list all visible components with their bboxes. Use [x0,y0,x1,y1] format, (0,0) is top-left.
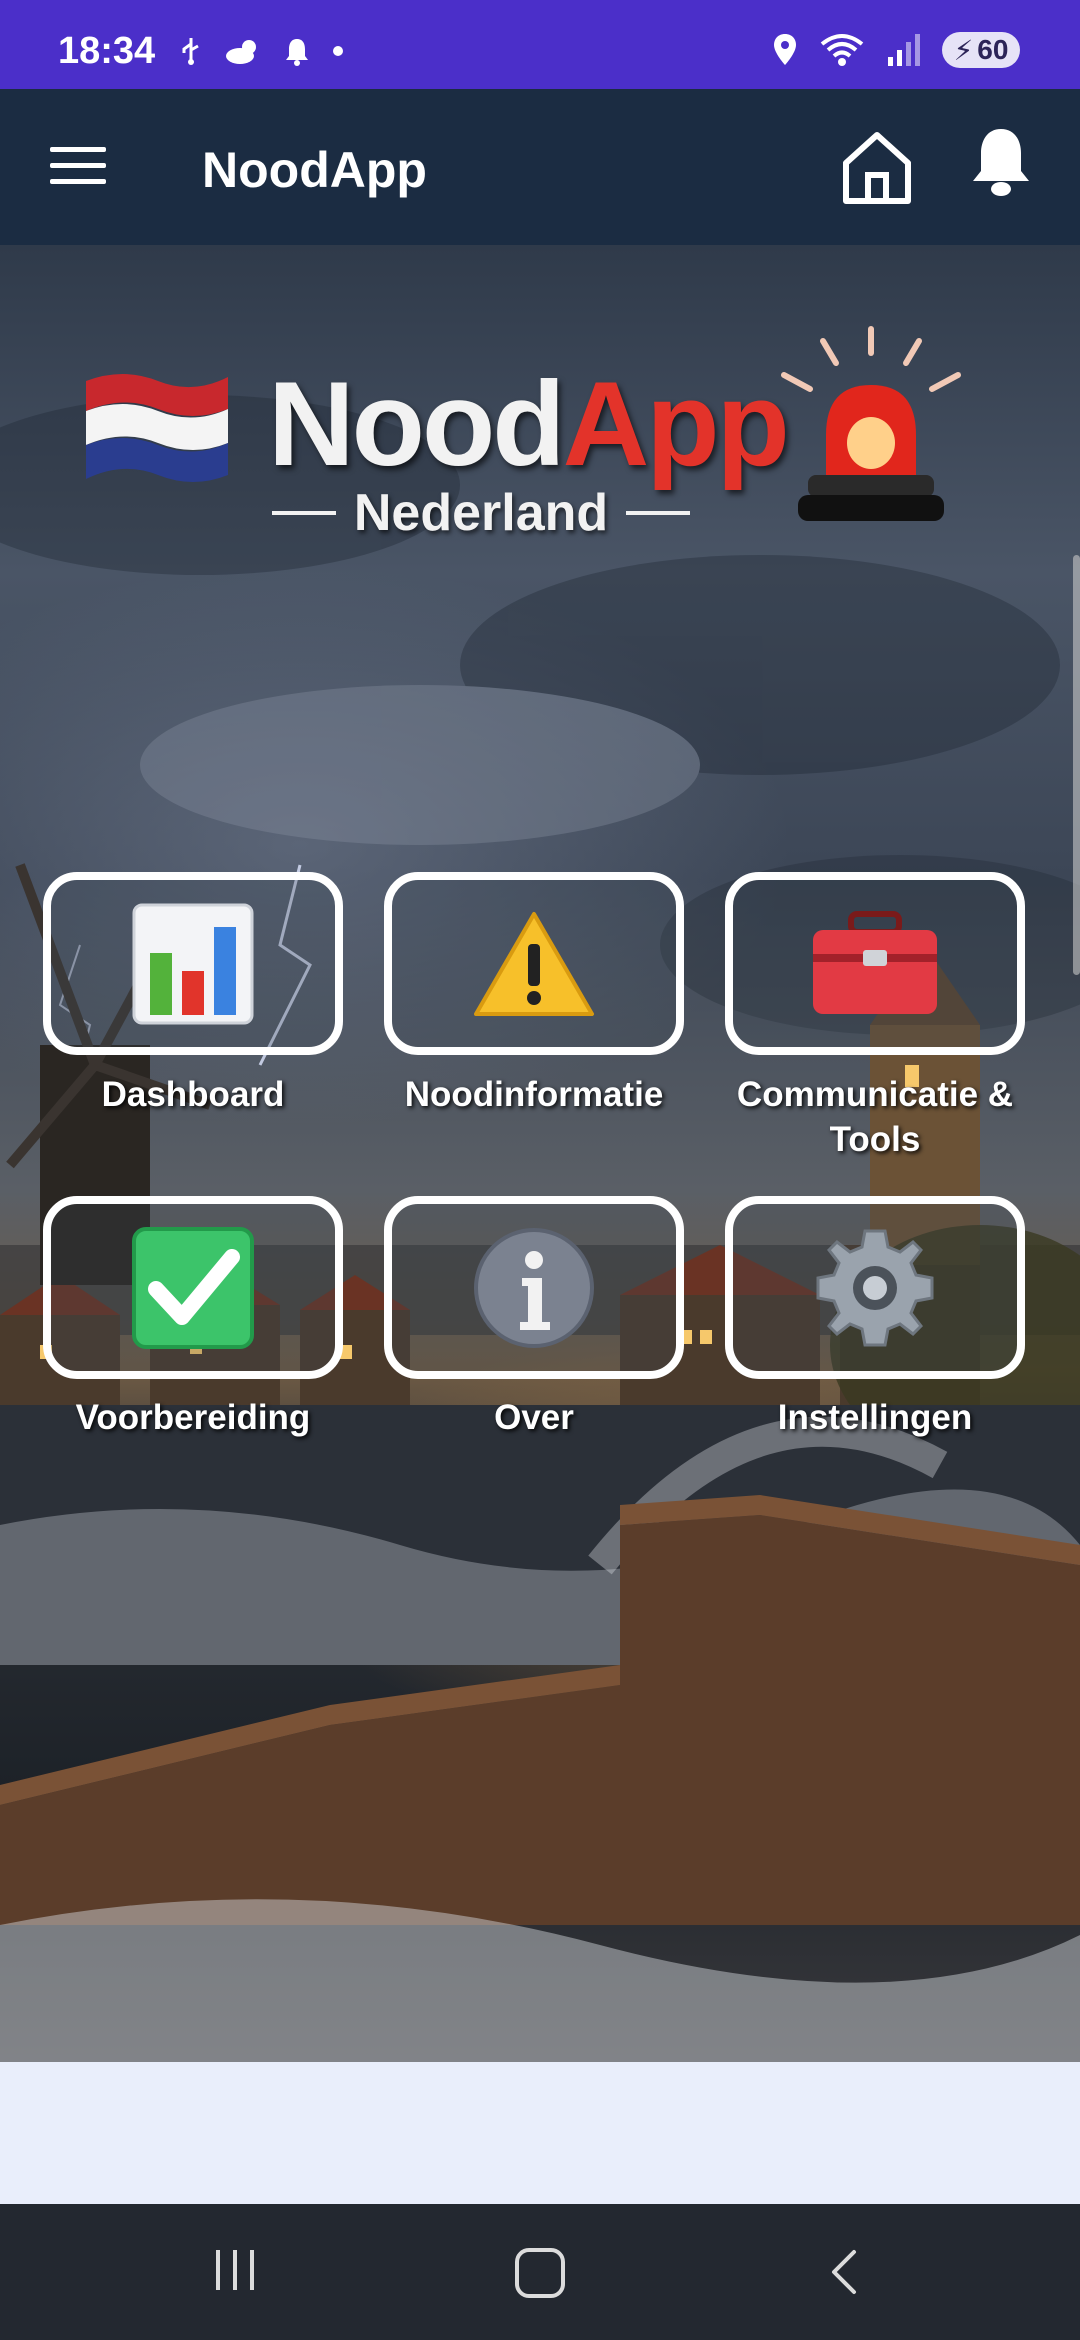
communicatie-tools-tile[interactable] [725,872,1025,1055]
siren-icon [781,326,961,521]
home-nav-icon[interactable] [515,2248,565,2298]
menu-icon[interactable] [50,147,106,187]
toolbox-icon [813,910,937,1014]
dot-icon [333,46,343,56]
dutch-flag-icon [86,374,228,482]
warning-icon [474,911,594,1016]
back-icon[interactable] [824,2248,864,2296]
voorbereiding-tile[interactable] [43,1196,343,1379]
logo-wordmark: NoodApp [268,355,790,493]
app-bar: NoodApp [0,89,1080,245]
signal-icon [888,34,920,66]
bell-icon[interactable] [970,125,1032,201]
recent-apps-icon[interactable] [216,2250,254,2290]
dashboard-label[interactable]: Dashboard [23,1072,363,1117]
communicatie-tools-label[interactable]: Communicatie & Tools [705,1072,1045,1162]
location-icon [774,34,796,65]
status-bar: 18:34 ⚡ 60 [0,0,1080,89]
noodinformatie-label[interactable]: Noodinformatie [364,1072,704,1117]
info-icon [474,1227,594,1348]
wifi-icon [820,34,864,66]
weather-icon [226,40,256,64]
over-tile[interactable] [384,1196,684,1379]
instellingen-tile[interactable] [725,1196,1025,1379]
system-nav-bar [0,2204,1080,2340]
hero-background: NoodApp Nederland Dashboard Noodinformat… [0,245,1080,2062]
battery-icon: ⚡ [953,34,974,66]
battery-level: 60 [977,34,1009,65]
gear-icon [816,1229,934,1346]
checkmark-icon [132,1226,254,1349]
content-bottom-area [0,2062,1080,2204]
over-label[interactable]: Over [364,1395,704,1440]
status-icons-left [180,36,344,66]
usb-icon [182,38,199,65]
voorbereiding-label[interactable]: Voorbereiding [23,1395,363,1440]
home-icon[interactable] [840,129,914,207]
noodinformatie-tile[interactable] [384,872,684,1055]
app-title: NoodApp [202,142,427,198]
bar-chart-icon [132,903,254,1024]
notification-icon [286,39,308,66]
logo-subtitle: Nederland [272,483,691,543]
scrollbar[interactable] [1073,555,1080,975]
instellingen-label[interactable]: Instellingen [705,1395,1045,1440]
status-time: 18:34 [58,30,156,72]
status-icons-right: ⚡ 60 [772,32,1020,68]
dashboard-tile[interactable] [43,872,343,1055]
battery-indicator: ⚡ 60 [942,32,1020,68]
logo-subtitle-text: Nederland [353,484,609,542]
logo-text-app: App [562,357,790,491]
logo-text-nood: Nood [268,357,566,491]
